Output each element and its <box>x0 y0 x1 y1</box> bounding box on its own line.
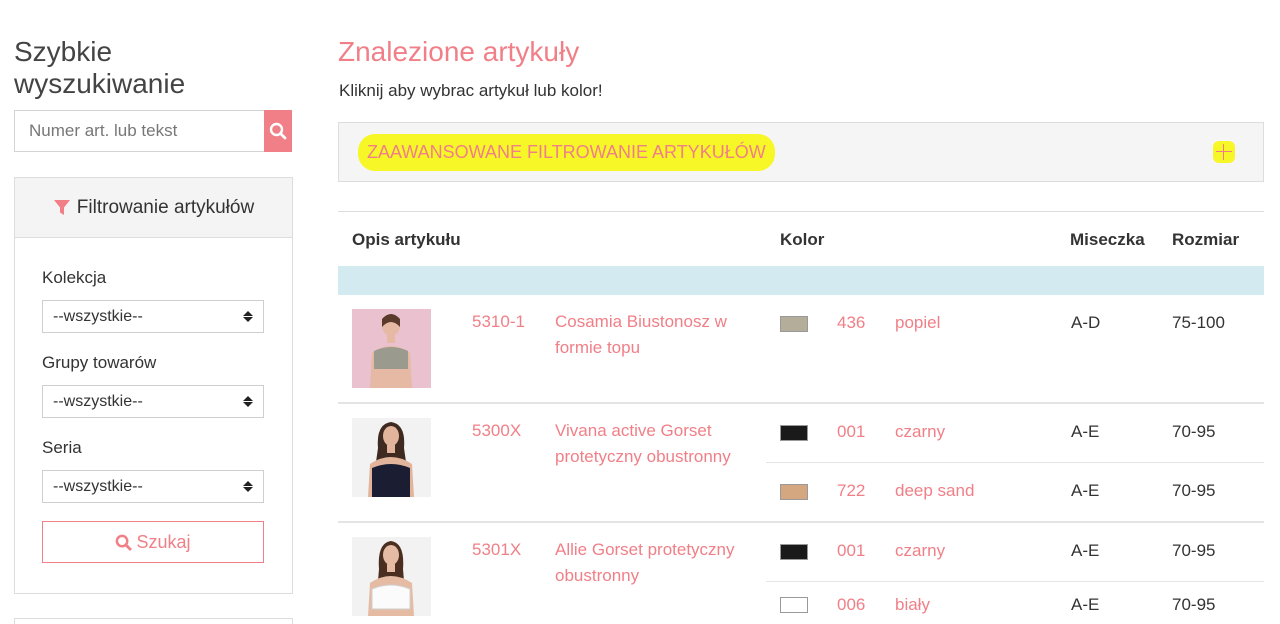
table-row[interactable]: 5301X Allie Gorset protetyczny obustronn… <box>338 523 1264 624</box>
next-panel-edge <box>14 618 293 624</box>
color-code[interactable]: 001 <box>837 541 865 561</box>
filter-form: Kolekcja --wszystkie-- Grupy towarów --w… <box>15 268 292 563</box>
cup-range: A-E <box>1071 481 1100 500</box>
sort-arrows-icon <box>243 311 253 322</box>
color-variant-row[interactable]: 722 deep sand A-E 70-95 <box>766 464 1264 523</box>
article-description[interactable]: Vivana active Gorset protetyczny obustro… <box>555 418 755 470</box>
product-image[interactable] <box>352 309 431 388</box>
color-variant-row[interactable]: 001 czarny A-E 70-95 <box>766 523 1264 582</box>
product-image[interactable] <box>352 537 431 616</box>
table-separator <box>338 266 1264 295</box>
article-description[interactable]: Allie Gorset protetyczny obustronny <box>555 537 755 589</box>
size-range: 70-95 <box>1172 541 1216 560</box>
series-select[interactable]: --wszystkie-- <box>42 470 264 503</box>
color-name[interactable]: czarny <box>895 541 945 561</box>
article-number[interactable]: 5301X <box>472 537 532 563</box>
color-code[interactable]: 006 <box>837 595 865 615</box>
size-range: 70-95 <box>1172 481 1216 500</box>
quick-search-title: Szybkie wyszukiwanie <box>14 36 186 99</box>
cup-range: A-E <box>1071 422 1100 441</box>
color-name[interactable]: czarny <box>895 422 945 442</box>
sort-arrows-icon <box>243 396 253 407</box>
advanced-filter-toggle[interactable]: ZAAWANSOWANE FILTROWANIE ARTYKUŁÓW <box>338 122 1264 182</box>
filter-panel-header: Filtrowanie artykułów <box>15 178 292 238</box>
cup-range: A-D <box>1071 313 1101 332</box>
article-number[interactable]: 5310-1 <box>472 309 532 335</box>
color-swatch <box>780 484 808 500</box>
color-variant-row[interactable]: 006 biały A-E 70-95 <box>766 583 1264 624</box>
color-swatch <box>780 316 808 332</box>
filter-search-button[interactable]: Szukaj <box>42 521 264 563</box>
color-code[interactable]: 722 <box>837 481 865 501</box>
collection-select[interactable]: --wszystkie-- <box>42 300 264 333</box>
color-code[interactable]: 436 <box>837 313 865 333</box>
search-icon <box>116 534 133 551</box>
filter-panel: Filtrowanie artykułów Kolekcja --wszystk… <box>14 177 293 594</box>
filter-search-button-label: Szukaj <box>136 531 191 552</box>
color-swatch <box>780 544 808 560</box>
column-header-color: Kolor <box>780 230 825 249</box>
cup-range: A-E <box>1071 541 1100 560</box>
search-input[interactable] <box>14 110 264 152</box>
cup-range: A-E <box>1071 595 1100 614</box>
column-header-cup: Miseczka <box>1070 230 1145 249</box>
product-groups-select[interactable]: --wszystkie-- <box>42 385 264 418</box>
results-table: Opis artykułu Kolor Miseczka Rozmiar 531… <box>338 211 1264 624</box>
table-header: Opis artykułu Kolor Miseczka Rozmiar <box>338 211 1264 266</box>
color-variant-row[interactable]: 001 czarny A-E 70-95 <box>766 404 1264 463</box>
size-range: 70-95 <box>1172 422 1216 441</box>
search-button[interactable] <box>264 110 292 152</box>
color-code[interactable]: 001 <box>837 422 865 442</box>
collection-select-value: --wszystkie-- <box>53 307 143 325</box>
color-name[interactable]: popiel <box>895 313 940 333</box>
sort-arrows-icon <box>243 481 253 492</box>
collection-label: Kolekcja <box>42 268 107 287</box>
product-groups-select-value: --wszystkie-- <box>53 392 143 410</box>
filter-panel-title: Filtrowanie artykułów <box>76 196 255 218</box>
size-range: 75-100 <box>1172 313 1225 332</box>
series-label: Seria <box>42 438 82 457</box>
table-row[interactable]: 5310-1 Cosamia Biustonosz w formie topu … <box>338 295 1264 404</box>
product-groups-label: Grupy towarów <box>42 353 157 372</box>
table-row[interactable]: 5300X Vivana active Gorset protetyczny o… <box>338 404 1264 523</box>
page-title: Znalezione artykuły <box>338 36 580 67</box>
color-swatch <box>780 425 808 441</box>
column-header-size: Rozmiar <box>1172 230 1240 249</box>
filter-icon <box>53 199 70 215</box>
color-swatch <box>780 597 808 613</box>
article-number[interactable]: 5300X <box>472 418 532 444</box>
color-name[interactable]: biały <box>895 595 930 615</box>
color-variant-row[interactable]: 436 popiel A-D 75-100 <box>766 295 1264 354</box>
advanced-filter-label: ZAAWANSOWANE FILTROWANIE ARTYKUŁÓW <box>361 136 772 168</box>
page-subtitle: Kliknij aby wybrac artykuł lub kolor! <box>339 81 603 100</box>
size-range: 70-95 <box>1172 595 1216 614</box>
plus-icon[interactable] <box>1213 141 1235 163</box>
quick-search-box <box>14 110 292 152</box>
search-icon <box>269 122 287 140</box>
series-select-value: --wszystkie-- <box>53 477 143 495</box>
column-header-description: Opis artykułu <box>352 230 461 249</box>
color-name[interactable]: deep sand <box>895 481 974 501</box>
article-description[interactable]: Cosamia Biustonosz w formie topu <box>555 309 755 361</box>
product-image[interactable] <box>352 418 431 497</box>
